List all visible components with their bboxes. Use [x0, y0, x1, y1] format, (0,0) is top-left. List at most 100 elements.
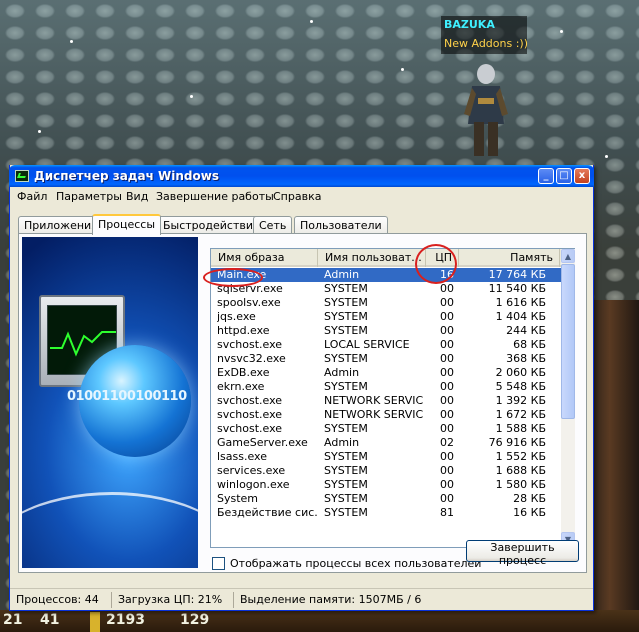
- hud-value: 41: [40, 612, 60, 628]
- menu-help[interactable]: Справка: [273, 190, 321, 203]
- process-user-cell: NETWORK SERVICE: [324, 394, 424, 407]
- process-memory-cell: 368 КБ: [506, 352, 546, 365]
- process-memory-cell: 5 548 КБ: [495, 380, 546, 393]
- menu-shutdown[interactable]: Завершение работы: [156, 190, 274, 203]
- character-name: BAZUKA: [444, 18, 495, 31]
- process-rows: Main.exe Admin 16 17 764 КБ sqlservr.exe SYST…: [211, 268, 561, 520]
- close-icon: x: [578, 170, 586, 181]
- process-memory-cell: 76 916 КБ: [488, 436, 546, 449]
- process-name-cell: svchost.exe: [217, 422, 283, 435]
- process-cpu-cell: 00: [440, 408, 454, 421]
- table-row[interactable]: services.exe SYSTEM 00 1 688 КБ: [211, 464, 561, 478]
- process-name-cell: GameServer.exe: [217, 436, 308, 449]
- maximize-icon: □: [559, 170, 569, 181]
- process-name-cell: Бездействие сис...: [217, 506, 317, 519]
- process-memory-cell: 1 392 КБ: [495, 394, 546, 407]
- process-memory-cell: 1 552 КБ: [495, 450, 546, 463]
- process-cpu-cell: 00: [440, 338, 454, 351]
- snow-particle: [560, 30, 563, 33]
- process-cpu-cell: 00: [440, 422, 454, 435]
- snow-particle: [605, 155, 608, 158]
- process-user-cell: Admin: [324, 268, 360, 281]
- show-all-users-label[interactable]: Отображать процессы всех пользователей: [230, 557, 481, 570]
- table-row[interactable]: Main.exe Admin 16 17 764 КБ: [211, 268, 561, 282]
- process-name-cell: nvsvc32.exe: [217, 352, 286, 365]
- table-row[interactable]: sqlservr.exe SYSTEM 00 11 540 КБ: [211, 282, 561, 296]
- process-memory-cell: 16 КБ: [513, 506, 546, 519]
- snow-particle: [401, 68, 404, 71]
- process-name-cell: winlogon.exe: [217, 478, 290, 491]
- window-title: Диспетчер задач Windows: [34, 169, 219, 183]
- minimize-icon: _: [543, 170, 549, 181]
- table-row[interactable]: spoolsv.exe SYSTEM 00 1 616 КБ: [211, 296, 561, 310]
- process-name-cell: services.exe: [217, 464, 286, 477]
- table-row[interactable]: svchost.exe LOCAL SERVICE 00 68 КБ: [211, 338, 561, 352]
- menu-bar: Файл Параметры Вид Завершение работы Спр…: [10, 187, 593, 206]
- column-memory[interactable]: Память: [459, 249, 560, 267]
- tab-processes[interactable]: Процессы: [92, 214, 162, 235]
- process-memory-cell: 68 КБ: [513, 338, 546, 351]
- process-cpu-cell: 00: [440, 352, 454, 365]
- game-character: [464, 64, 508, 156]
- process-cpu-cell: 00: [440, 380, 454, 393]
- process-memory-cell: 1 580 КБ: [495, 478, 546, 491]
- process-user-cell: SYSTEM: [324, 492, 368, 505]
- tab-performance[interactable]: Быстродействие: [157, 216, 266, 234]
- process-cpu-cell: 02: [440, 436, 454, 449]
- table-row[interactable]: svchost.exe NETWORK SERVICE 00 1 672 КБ: [211, 408, 561, 422]
- show-all-users-checkbox[interactable]: [212, 557, 225, 570]
- process-name-cell: ekrn.exe: [217, 380, 265, 393]
- process-cpu-cell: 00: [440, 282, 454, 295]
- minimize-button[interactable]: _: [538, 168, 554, 184]
- process-user-cell: SYSTEM: [324, 352, 368, 365]
- tab-network[interactable]: Сеть: [253, 216, 293, 234]
- menu-view[interactable]: Вид: [126, 190, 148, 203]
- table-row[interactable]: nvsvc32.exe SYSTEM 00 368 КБ: [211, 352, 561, 366]
- snow-particle: [310, 20, 313, 23]
- process-memory-cell: 1 672 КБ: [495, 408, 546, 421]
- menu-options[interactable]: Параметры: [56, 190, 122, 203]
- snow-particle: [38, 130, 41, 133]
- table-row[interactable]: lsass.exe SYSTEM 00 1 552 КБ: [211, 450, 561, 464]
- title-bar[interactable]: Диспетчер задач Windows _ □ x: [9, 165, 594, 187]
- scroll-up-button[interactable]: ▲: [561, 249, 575, 263]
- column-user-name[interactable]: Имя пользоват...: [318, 249, 426, 267]
- process-user-cell: SYSTEM: [324, 282, 368, 295]
- process-list[interactable]: Имя образа Имя пользоват... ЦП Память Ma…: [210, 248, 575, 548]
- process-cpu-cell: 00: [440, 450, 454, 463]
- table-row[interactable]: ExDB.exe Admin 00 2 060 КБ: [211, 366, 561, 380]
- table-row[interactable]: svchost.exe SYSTEM 00 1 588 КБ: [211, 422, 561, 436]
- process-cpu-cell: 00: [440, 366, 454, 379]
- process-memory-cell: 1 588 КБ: [495, 422, 546, 435]
- end-process-button[interactable]: Завершить процесс: [466, 540, 579, 567]
- column-image-name[interactable]: Имя образа: [211, 249, 318, 267]
- maximize-button[interactable]: □: [556, 168, 572, 184]
- table-row[interactable]: ekrn.exe SYSTEM 00 5 548 КБ: [211, 380, 561, 394]
- process-user-cell: SYSTEM: [324, 296, 368, 309]
- process-user-cell: SYSTEM: [324, 450, 368, 463]
- table-row[interactable]: winlogon.exe SYSTEM 00 1 580 КБ: [211, 478, 561, 492]
- process-cpu-cell: 00: [440, 464, 454, 477]
- vertical-scrollbar[interactable]: ▲ ▼: [561, 249, 575, 547]
- process-memory-cell: 17 764 КБ: [488, 268, 546, 281]
- process-memory-cell: 1 404 КБ: [495, 310, 546, 323]
- snow-particle: [70, 40, 73, 43]
- close-button[interactable]: x: [574, 168, 590, 184]
- tab-users[interactable]: Пользователи: [294, 216, 388, 234]
- process-user-cell: Admin: [324, 366, 360, 379]
- table-row[interactable]: httpd.exe SYSTEM 00 244 КБ: [211, 324, 561, 338]
- tab-applications[interactable]: Приложения: [18, 216, 104, 234]
- process-cpu-cell: 00: [440, 296, 454, 309]
- scroll-thumb[interactable]: [561, 264, 575, 419]
- table-row[interactable]: Бездействие сис... SYSTEM 81 16 КБ: [211, 506, 561, 520]
- menu-file[interactable]: Файл: [17, 190, 47, 203]
- table-row[interactable]: jqs.exe SYSTEM 00 1 404 КБ: [211, 310, 561, 324]
- process-cpu-cell: 00: [440, 394, 454, 407]
- process-name-cell: svchost.exe: [217, 408, 283, 421]
- table-row[interactable]: svchost.exe NETWORK SERVICE 00 1 392 КБ: [211, 394, 561, 408]
- table-row[interactable]: System SYSTEM 00 28 КБ: [211, 492, 561, 506]
- process-memory-cell: 28 КБ: [513, 492, 546, 505]
- table-row[interactable]: GameServer.exe Admin 02 76 916 КБ: [211, 436, 561, 450]
- process-user-cell: Admin: [324, 436, 360, 449]
- process-user-cell: SYSTEM: [324, 422, 368, 435]
